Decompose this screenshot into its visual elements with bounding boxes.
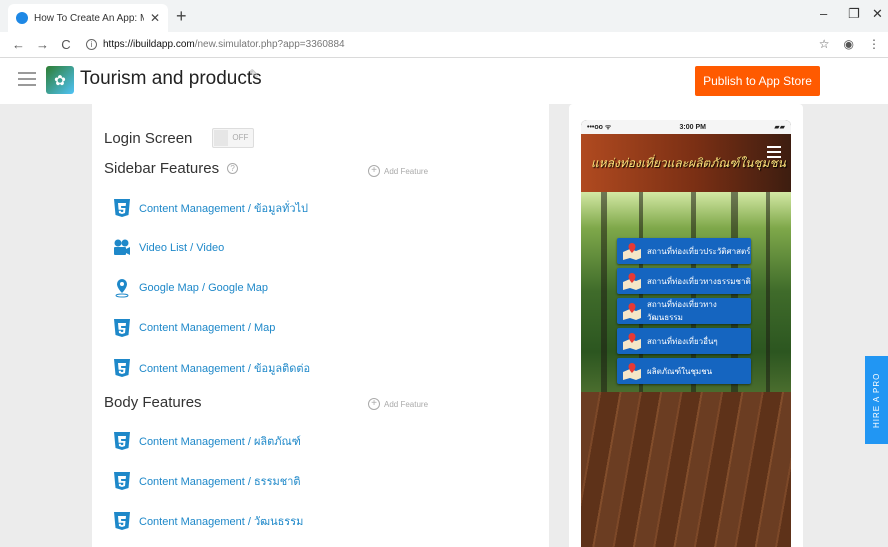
hire-a-pro-tab[interactable]: HIRE A PRO (865, 356, 888, 444)
phone-button-label: สถานที่ท่องเที่ยวอื่นๆ (647, 336, 718, 346)
map-pin-icon (621, 302, 643, 320)
body-feature-item[interactable]: Content Management / ผลิตภัณฑ์ (113, 431, 301, 451)
phone-menu-button[interactable]: สถานที่ท่องเที่ยวประวัติศาสตร์ (617, 238, 751, 264)
minimize-button[interactable]: – (820, 6, 827, 21)
add-feature-label: Add Feature (384, 399, 429, 409)
feature-label: Video List / Video (139, 242, 225, 254)
phone-button-label: สถานที่ท่องเที่ยวทางธรรมชาติ (647, 276, 751, 286)
toggle-text: OFF (232, 133, 249, 142)
url-path: /new.simulator.php?app=3360884 (194, 39, 345, 50)
hamburger-menu-icon[interactable] (18, 72, 36, 90)
tab-close-icon[interactable]: ✕ (150, 11, 160, 25)
html5-icon (113, 431, 131, 451)
app-logo-icon: ✿ (46, 66, 74, 94)
menu-dots-icon[interactable]: ⋮ (868, 37, 880, 51)
add-sidebar-feature-button[interactable]: + Add Feature (368, 165, 428, 177)
html5-icon (113, 511, 131, 531)
login-toggle[interactable]: OFF (212, 128, 255, 148)
feature-label: Content Management / ธรรมชาติ (139, 476, 301, 488)
body-features-title: Body Features (104, 394, 202, 411)
app-title: Tourism and products (80, 68, 262, 89)
map-pin-icon (621, 362, 643, 380)
phone-header-text: แหล่งท่องเที่ยวและผลิตภัณฑ์ในชุมชน (591, 156, 786, 170)
phone-menu-button[interactable]: ผลิตภัณฑ์ในชุมชน (617, 358, 751, 384)
edit-title-icon[interactable]: ✎ (249, 67, 259, 81)
sidebar-features-title: Sidebar Features (104, 160, 220, 177)
window-close-button[interactable]: ✕ (872, 6, 883, 22)
toggle-knob (214, 130, 229, 146)
phone-time: 3:00 PM (679, 123, 706, 131)
html5-icon (113, 358, 131, 378)
phone-button-label: ผลิตภัณฑ์ในชุมชน (647, 366, 713, 376)
url-field[interactable]: i https://ibuildapp.com /new.simulator.p… (86, 39, 345, 50)
map-pin-icon (621, 332, 643, 350)
feature-label: Content Management / ข้อมูลติดต่อ (139, 363, 311, 375)
battery-icon: ▰▰ (774, 124, 785, 131)
sidebar-feature-item[interactable]: Content Management / Map (113, 318, 275, 338)
back-button[interactable]: ← (12, 37, 25, 52)
add-body-feature-button[interactable]: + Add Feature (368, 398, 428, 410)
phone-menu-button[interactable]: สถานที่ท่องเที่ยวอื่นๆ (617, 328, 751, 354)
publish-button[interactable]: Publish to App Store (695, 66, 820, 96)
phone-status-bar: •••oo ᯤ 3:00 PM ▰▰ (581, 120, 791, 134)
add-feature-label: Add Feature (384, 166, 429, 176)
new-tab-button[interactable]: + (176, 6, 187, 27)
html5-icon (113, 318, 131, 338)
body-features-heading: Body Features (104, 394, 202, 411)
sidebar-feature-item[interactable]: Google Map / Google Map (113, 278, 268, 298)
feature-label: Google Map / Google Map (139, 282, 269, 294)
phone-menu-button[interactable]: สถานที่ท่องเที่ยวทางวัฒนธรรม (617, 298, 751, 324)
forward-button[interactable]: → (36, 37, 49, 52)
app-header: ✿ Tourism and products ✎ Publish to App … (0, 58, 888, 104)
add-icon: + (368, 398, 380, 410)
add-icon: + (368, 165, 380, 177)
main-area: Login Screen OFF Sidebar Features ? + Ad… (0, 104, 888, 547)
site-info-icon[interactable]: i (86, 39, 97, 50)
phone-menu-icon[interactable] (767, 146, 781, 161)
sidebar-feature-item[interactable]: Video List / Video (113, 238, 224, 258)
phone-button-label: สถานที่ท่องเที่ยวทางวัฒนธรรม (647, 300, 717, 322)
login-label: Login Screen (104, 129, 193, 147)
star-icon[interactable]: ☆ (819, 37, 830, 51)
url-host: https://ibuildapp.com (103, 39, 195, 50)
favicon-icon (16, 12, 28, 24)
feature-label: Content Management / ผลิตภัณฑ์ (139, 436, 301, 448)
video-icon (113, 238, 131, 258)
map-pin-icon (621, 272, 643, 290)
body-feature-item[interactable]: Content Management / วัฒนธรรม (113, 511, 303, 531)
settings-panel: Login Screen OFF Sidebar Features ? + Ad… (92, 104, 549, 547)
phone-button-label: สถานที่ท่องเที่ยวประวัติศาสตร์ (647, 246, 751, 256)
html5-icon (113, 198, 131, 218)
help-icon[interactable]: ? (227, 163, 239, 174)
sidebar-feature-item[interactable]: Content Management / ข้อมูลทั่วไป (113, 198, 308, 218)
sidebar-features-heading: Sidebar Features ? (104, 160, 239, 177)
browser-tabbar: How To Create An App: Make Yo ✕ + – ❐ ✕ (0, 0, 888, 32)
feature-label: Content Management / ข้อมูลทั่วไป (139, 203, 309, 215)
phone-preview-container: •••oo ᯤ 3:00 PM ▰▰ แหล่งท่องเที่ยวและผลิ… (569, 104, 803, 547)
phone-header-banner: แหล่งท่องเที่ยวและผลิตภัณฑ์ในชุมชน (581, 134, 791, 192)
map-pin-icon (621, 242, 643, 260)
address-bar: ← → C i https://ibuildapp.com /new.simul… (0, 32, 888, 58)
login-row: Login Screen OFF (104, 128, 255, 148)
tab-title: How To Create An App: Make Yo (34, 12, 144, 24)
reload-button[interactable]: C (60, 37, 72, 52)
browser-tab[interactable]: How To Create An App: Make Yo ✕ (8, 4, 168, 32)
html5-icon (113, 471, 131, 491)
phone-menu-button[interactable]: สถานที่ท่องเที่ยวทางธรรมชาติ (617, 268, 751, 294)
feature-label: Content Management / Map (139, 322, 276, 334)
maximize-button[interactable]: ❐ (848, 6, 860, 22)
feature-label: Content Management / วัฒนธรรม (139, 516, 304, 528)
sidebar-feature-item[interactable]: Content Management / ข้อมูลติดต่อ (113, 358, 310, 378)
map-pin-icon (113, 278, 131, 298)
phone-simulator: •••oo ᯤ 3:00 PM ▰▰ แหล่งท่องเที่ยวและผลิ… (581, 120, 791, 547)
wood-floor-background (581, 392, 791, 547)
carrier-signal: •••oo ᯤ (587, 123, 612, 131)
account-icon[interactable]: ◉ (844, 37, 854, 51)
body-feature-item[interactable]: Content Management / ธรรมชาติ (113, 471, 301, 491)
